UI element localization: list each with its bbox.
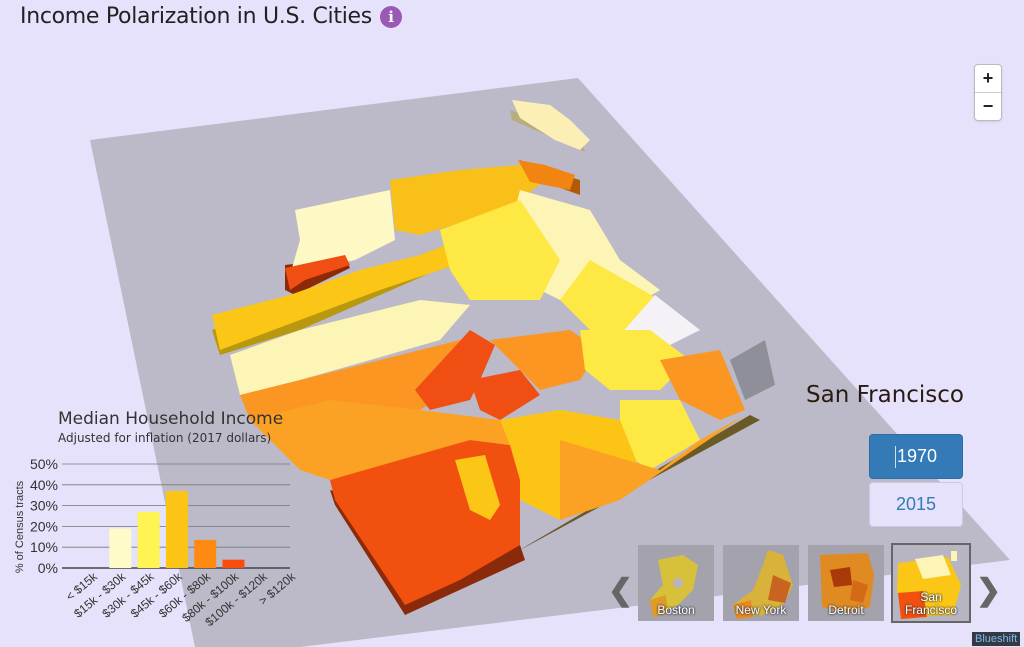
thumb-label: Boston [657,603,695,617]
chevron-left-icon[interactable]: ❮ [608,573,633,608]
histogram-y-tick: 10% [30,539,58,555]
histogram-y-tick: 0% [38,560,58,576]
year-label: 1970 [896,446,938,466]
thumb-label: San Francisco [904,590,957,617]
city-name: San Francisco [806,382,965,408]
legend-subtitle: Adjusted for inflation (2017 dollars) [58,431,272,445]
histogram-bar [222,559,245,568]
income-histogram: 0%10%20%30%40%50% < $15k$15k - $30k$30k … [14,456,299,629]
histogram-bar [165,491,188,568]
page-title: Income Polarization in U.S. Cities i [20,4,402,29]
year-label: 2015 [895,494,937,514]
title-text: Income Polarization in U.S. Cities [20,4,372,29]
histogram-y-tick: 20% [30,518,58,534]
histogram-y-axis-label: % of Census tracts [14,480,26,573]
zoom-in-button[interactable]: + [975,65,1001,92]
city-thumb-detroit[interactable]: Detroit [808,545,884,621]
histogram-y-tick: 40% [30,477,58,493]
histogram-y-tick: 30% [30,498,58,514]
legend-title: Median Household Income [58,409,284,429]
year-button-1970[interactable]: 1970 [869,434,963,479]
city-thumb-new-york[interactable]: New York [723,545,799,621]
city-thumb-san-francisco[interactable]: San Francisco [893,545,969,621]
chevron-right-icon[interactable]: ❯ [976,573,1001,608]
zoom-controls: + − [974,64,1002,121]
info-circle-icon[interactable]: i [379,5,402,28]
histogram-bar [194,539,217,568]
city-thumb-boston[interactable]: Boston [638,545,714,621]
histogram-bar [109,528,132,568]
year-button-2015[interactable]: 2015 [869,482,963,527]
thumb-label: Detroit [828,603,864,617]
zoom-out-button[interactable]: − [975,92,1001,120]
histogram-y-tick: 50% [30,456,58,472]
histogram-bar [137,511,160,568]
thumb-label: New York [735,603,787,617]
brand-logo[interactable]: Blueshift [972,632,1021,646]
